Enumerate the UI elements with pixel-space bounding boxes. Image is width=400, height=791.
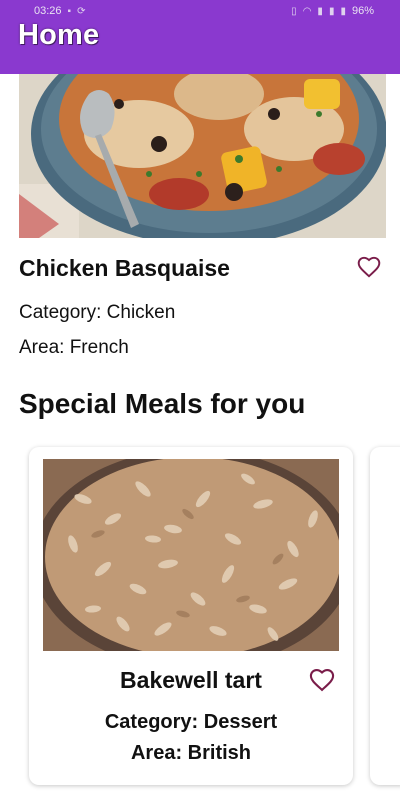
- status-time: 03:26: [34, 5, 62, 17]
- area-label: Area:: [130, 742, 183, 764]
- favorite-heart-icon[interactable]: [356, 254, 382, 280]
- meal-card-area: Area: British: [29, 742, 353, 765]
- page-title: Home: [18, 19, 100, 51]
- wifi-icon: ◠: [302, 5, 312, 17]
- featured-meal-category: Category: Chicken: [19, 302, 175, 324]
- category-value: Chicken: [106, 302, 176, 323]
- category-label: Category:: [19, 302, 102, 323]
- special-meals-title: Special Meals for you: [19, 388, 306, 419]
- status-bar: 03:26 ▪ ⟳ ▯ ◠ ▮ ▮ ▮ 96%: [0, 0, 400, 22]
- meal-card-name[interactable]: Bakewell tart: [29, 667, 353, 694]
- special-meal-card[interactable]: Bakewell tart Category: Dessert Area: Br…: [29, 447, 353, 785]
- area-value: British: [187, 742, 252, 764]
- meal-card-category: Category: Dessert: [29, 711, 353, 734]
- signal-icon: ▮: [317, 5, 323, 17]
- area-value: French: [69, 337, 129, 358]
- featured-meal-area: Area: French: [19, 337, 129, 359]
- area-label: Area:: [19, 337, 65, 358]
- next-meal-card[interactable]: [370, 447, 400, 785]
- meal-card-image[interactable]: [43, 459, 339, 651]
- battery-level: 96%: [351, 5, 374, 17]
- signal-icon-2: ▮: [328, 5, 335, 17]
- battery-icon: ▮: [340, 5, 346, 17]
- meal-card-heart-icon[interactable]: [308, 666, 336, 694]
- notification-icon: ▪: [67, 5, 72, 17]
- sync-icon: ⟳: [77, 5, 86, 17]
- category-label: Category:: [104, 711, 199, 733]
- featured-meal-name[interactable]: Chicken Basquaise: [19, 255, 230, 282]
- featured-meal-image[interactable]: [19, 74, 386, 238]
- category-value: Dessert: [203, 711, 278, 733]
- vibrate-icon: ▯: [291, 5, 297, 17]
- home-screen: Home 03:26 ▪ ⟳ ▯ ◠ ▮ ▮ ▮ 96% Chicken Bas…: [0, 0, 400, 791]
